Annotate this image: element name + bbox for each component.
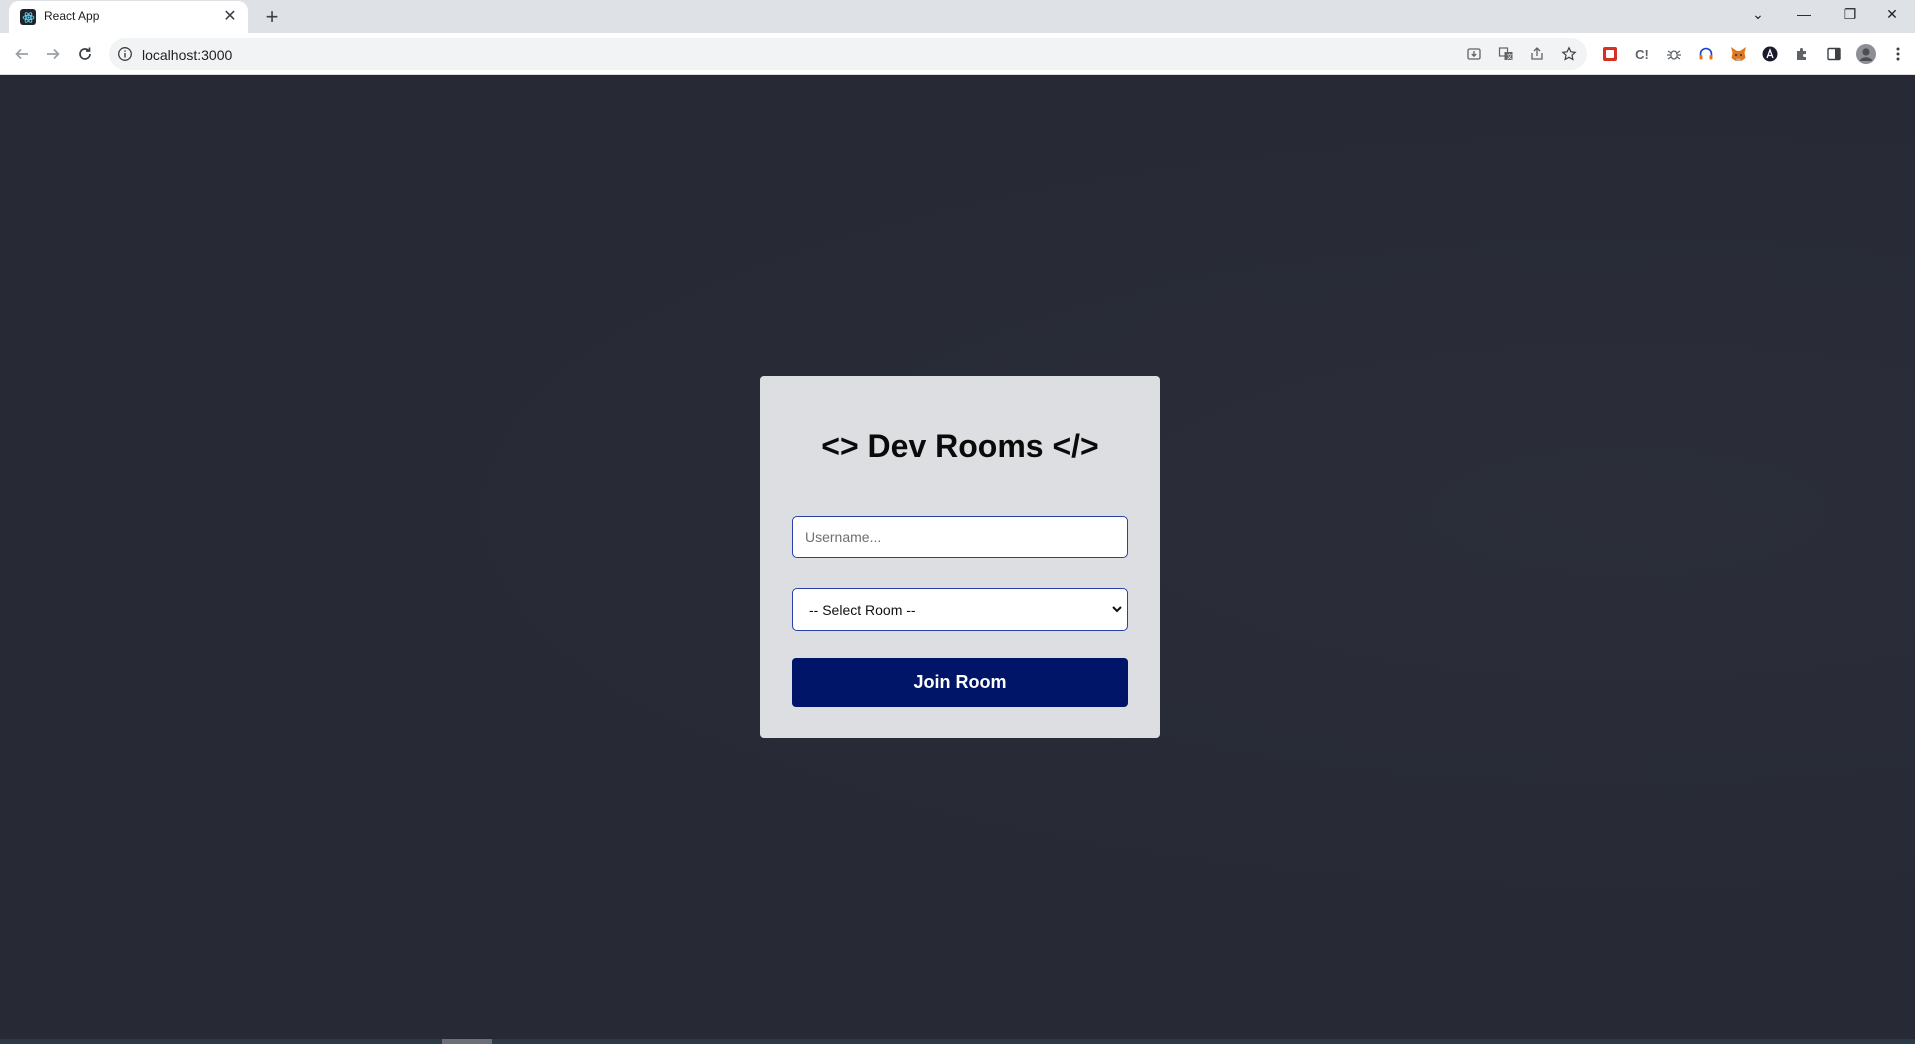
back-arrow-icon[interactable] (8, 40, 36, 68)
page-viewport: <> Dev Rooms </> -- Select Room -- Join … (0, 76, 1915, 1044)
ext-headset-icon[interactable] (1696, 44, 1716, 64)
address-bar[interactable]: localhost:3000 文 (109, 38, 1587, 70)
browser-tab[interactable]: React App ✕ (9, 1, 248, 33)
forward-arrow-icon[interactable] (39, 40, 67, 68)
profile-avatar-icon[interactable] (1856, 44, 1876, 64)
bookmark-star-icon[interactable] (1559, 44, 1579, 64)
share-icon[interactable] (1527, 44, 1547, 64)
ext-c-icon[interactable]: C! (1632, 44, 1652, 64)
side-panel-icon[interactable] (1824, 44, 1844, 64)
page-title: <> Dev Rooms </> (821, 428, 1099, 464)
join-card: <> Dev Rooms </> -- Select Room -- Join … (760, 376, 1160, 738)
url-text: localhost:3000 (142, 47, 233, 63)
ext-bug-icon[interactable] (1664, 44, 1684, 64)
install-icon[interactable] (1464, 44, 1484, 64)
restore-button[interactable]: ❐ (1827, 0, 1873, 28)
browser-tabstrip: React App ✕ + ⌄ — ❐ ✕ (0, 0, 1915, 33)
bottom-edge (0, 1039, 1915, 1044)
chevron-down-icon (1111, 602, 1123, 618)
reload-icon[interactable] (71, 40, 99, 68)
minimize-button[interactable]: — (1781, 0, 1827, 28)
horizontal-scrollbar-thumb[interactable] (442, 1039, 492, 1044)
puzzle-icon[interactable] (1792, 44, 1812, 64)
ext-a-icon[interactable] (1760, 44, 1780, 64)
translate-icon[interactable]: 文 (1496, 44, 1516, 64)
svg-text:文: 文 (1507, 53, 1513, 61)
menu-kebab-icon[interactable] (1888, 44, 1908, 64)
username-input[interactable] (792, 516, 1128, 558)
info-icon[interactable] (117, 46, 133, 62)
tab-search-icon[interactable]: ⌄ (1735, 0, 1781, 28)
room-select[interactable]: -- Select Room -- (792, 588, 1128, 631)
tab-title: React App (44, 9, 100, 23)
metamask-fox-icon[interactable] (1728, 44, 1748, 64)
react-logo-icon (20, 9, 36, 25)
tab-close-icon[interactable]: ✕ (220, 7, 240, 27)
join-room-button[interactable]: Join Room (792, 658, 1128, 707)
browser-toolbar: localhost:3000 文 C! (0, 33, 1915, 75)
close-window-button[interactable]: ✕ (1869, 0, 1915, 28)
ext-red-icon[interactable] (1600, 44, 1620, 64)
new-tab-button[interactable]: + (258, 3, 286, 31)
room-select-value: -- Select Room -- (809, 602, 916, 618)
